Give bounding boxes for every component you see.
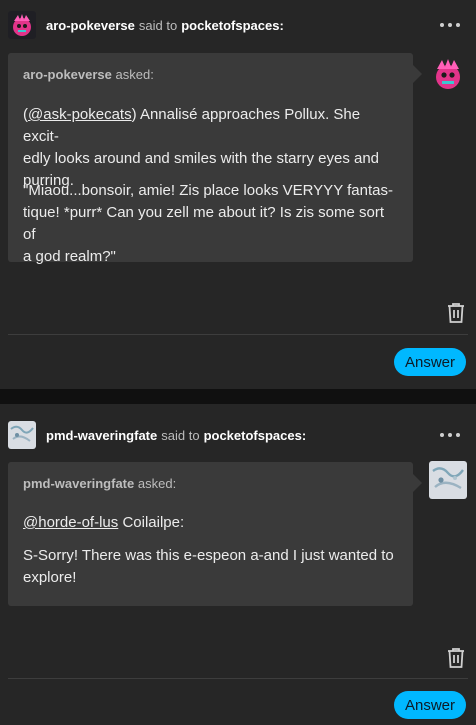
sender-name[interactable]: pmd-waveringfate — [46, 428, 157, 443]
sender-avatar[interactable] — [8, 421, 36, 449]
asker-name[interactable]: pmd-waveringfate — [23, 476, 134, 491]
answer-button[interactable]: Answer — [394, 691, 466, 719]
trash-icon[interactable] — [446, 302, 466, 324]
question-line: tique! *purr* Can you zell me about it? … — [23, 204, 384, 243]
question-paragraph-1: (@ask-pokecats) Annalisé approaches Poll… — [23, 106, 380, 189]
asker-line: aro-pokeverse asked: — [23, 67, 154, 82]
asker-avatar[interactable] — [429, 461, 467, 499]
more-options-icon[interactable] — [440, 20, 460, 30]
trash-icon[interactable] — [446, 647, 466, 669]
question-line: edly looks around and smiles with the st… — [23, 150, 380, 167]
asker-name[interactable]: aro-pokeverse — [23, 67, 112, 82]
said-to-text: said to — [161, 427, 200, 443]
ask-post-2: pmd-waveringfate said to pocketofspaces:… — [0, 404, 476, 725]
ask-bubble: aro-pokeverse asked: (@ask-pokecats) Ann… — [8, 53, 422, 265]
post-header: pmd-waveringfate said to pocketofspaces: — [8, 420, 306, 450]
mention-link[interactable]: @ask-pokecats — [28, 106, 132, 123]
asked-label: asked: — [115, 67, 154, 82]
question-paragraph-1: @horde-of-lus Coilailpe: — [23, 512, 399, 534]
recipient-name[interactable]: pocketofspaces: — [204, 428, 307, 443]
sender-avatar[interactable] — [8, 11, 36, 39]
said-to-text: said to — [138, 17, 178, 33]
sender-name[interactable]: aro-pokeverse — [46, 18, 135, 33]
ask-bubble: pmd-waveringfate asked: @horde-of-lus Co… — [8, 462, 422, 606]
divider — [8, 678, 468, 679]
ask-post-1: aro-pokeverse said to pocketofspaces: ar… — [0, 0, 476, 389]
asker-line: pmd-waveringfate asked: — [23, 476, 176, 491]
post-header: aro-pokeverse said to pocketofspaces: — [8, 10, 284, 40]
question-line: S-Sorry! There was this e-espeon a-and I… — [23, 547, 394, 564]
question-paragraph-2: "Miaou...bonsoir, amie! Zis place looks … — [23, 180, 399, 268]
question-line: Coilailpe: — [118, 514, 185, 531]
divider — [8, 334, 468, 335]
question-paragraph-2: S-Sorry! There was this e-espeon a-and I… — [23, 545, 399, 589]
question-line: a god realm?" — [23, 248, 116, 265]
answer-button[interactable]: Answer — [394, 348, 466, 376]
asker-avatar[interactable] — [429, 55, 467, 93]
recipient-name[interactable]: pocketofspaces: — [181, 18, 284, 33]
mention-link[interactable]: @horde-of-lus — [23, 514, 118, 531]
asked-label: asked: — [137, 476, 177, 491]
question-line: explore! — [23, 569, 77, 586]
question-line: "Miaou...bonsoir, amie! Zis place looks … — [23, 182, 393, 199]
more-options-icon[interactable] — [440, 430, 460, 440]
